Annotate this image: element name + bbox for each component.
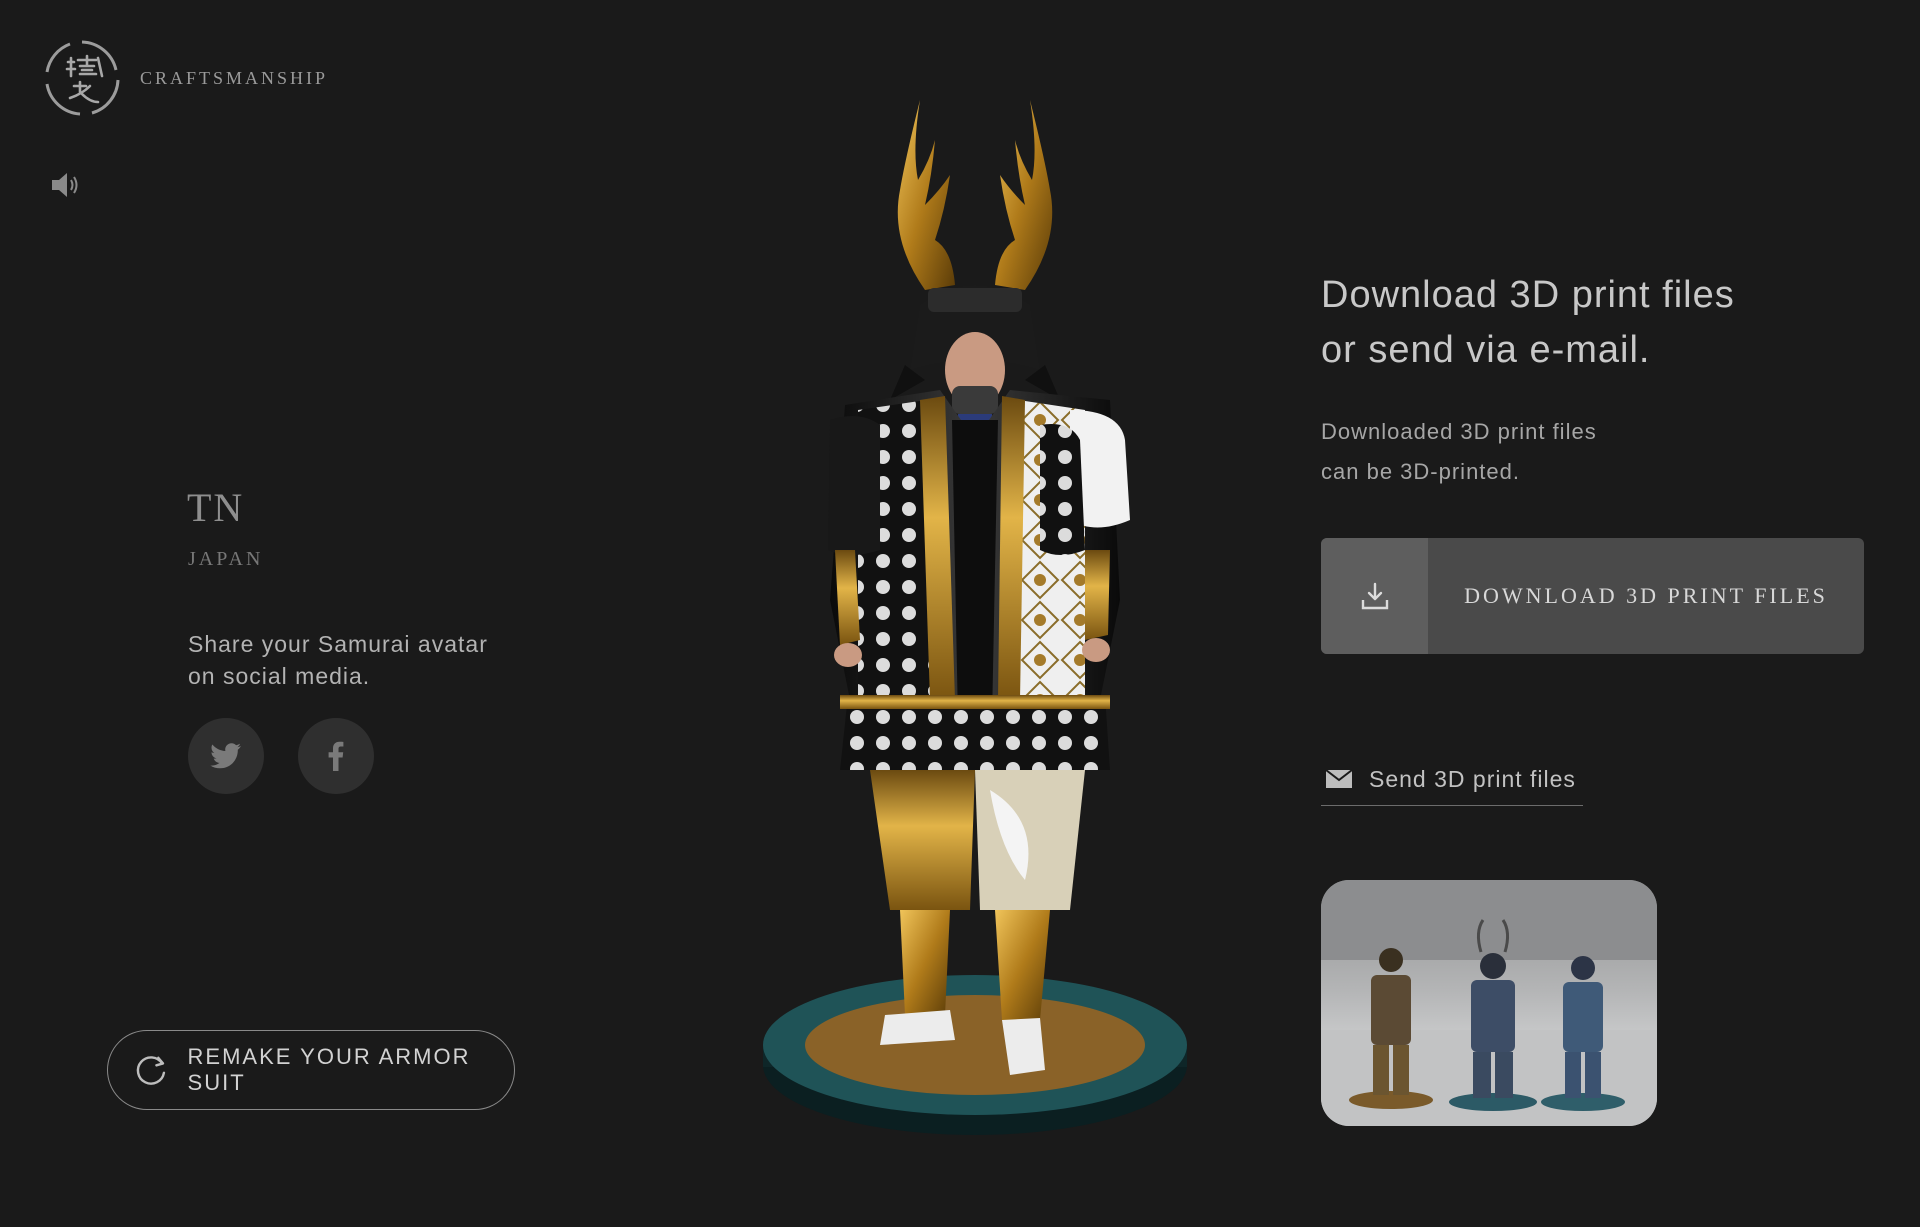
share-twitter-button[interactable] [188,718,264,794]
download-subtext-line-1: Downloaded 3D print files [1321,419,1597,444]
brand-name: CRAFTSMANSHIP [140,67,329,88]
download-icon-box [1321,538,1428,654]
printed-figures-thumbnail[interactable] [1321,880,1657,1126]
download-heading-line-1: Download 3D print files [1321,274,1735,316]
kanji-seal-logo-icon [40,36,124,120]
share-line-2: on social media. [188,663,371,689]
facebook-icon [328,741,344,771]
twitter-icon [210,743,241,769]
speaker-icon [52,173,78,197]
download-subtext: Downloaded 3D print files can be 3D-prin… [1321,412,1681,492]
page: CRAFTSMANSHIP TN JAPAN Share your Samura… [0,0,1920,1227]
download-subtext-line-2: can be 3D-printed. [1321,459,1520,484]
download-heading: Download 3D print files or send via e-ma… [1321,268,1781,378]
share-facebook-button[interactable] [298,718,374,794]
download-3d-files-button[interactable]: DOWNLOAD 3D PRINT FILES [1321,538,1864,654]
brand-home-link[interactable]: CRAFTSMANSHIP [40,36,328,120]
download-3d-files-label: DOWNLOAD 3D PRINT FILES [1464,583,1828,608]
download-icon [1361,582,1388,610]
send-3d-files-link[interactable]: Send 3D print files [1321,762,1583,806]
share-description: Share your Samurai avatar on social medi… [188,628,518,692]
sound-toggle-button[interactable] [50,170,84,200]
avatar-user-name: TN [187,485,245,530]
remake-armor-button[interactable]: REMAKE YOUR ARMOR SUIT [107,1030,515,1110]
send-3d-files-label: Send 3D print files [1369,766,1576,792]
download-heading-line-2: or send via e-mail. [1321,329,1651,371]
envelope-icon [1325,769,1353,788]
remake-armor-label: REMAKE YOUR ARMOR SUIT [187,1044,471,1095]
avatar-user-country: JAPAN [188,548,264,570]
share-line-1: Share your Samurai avatar [188,631,488,657]
samurai-3d-avatar[interactable] [740,80,1210,1170]
refresh-icon [136,1056,166,1085]
